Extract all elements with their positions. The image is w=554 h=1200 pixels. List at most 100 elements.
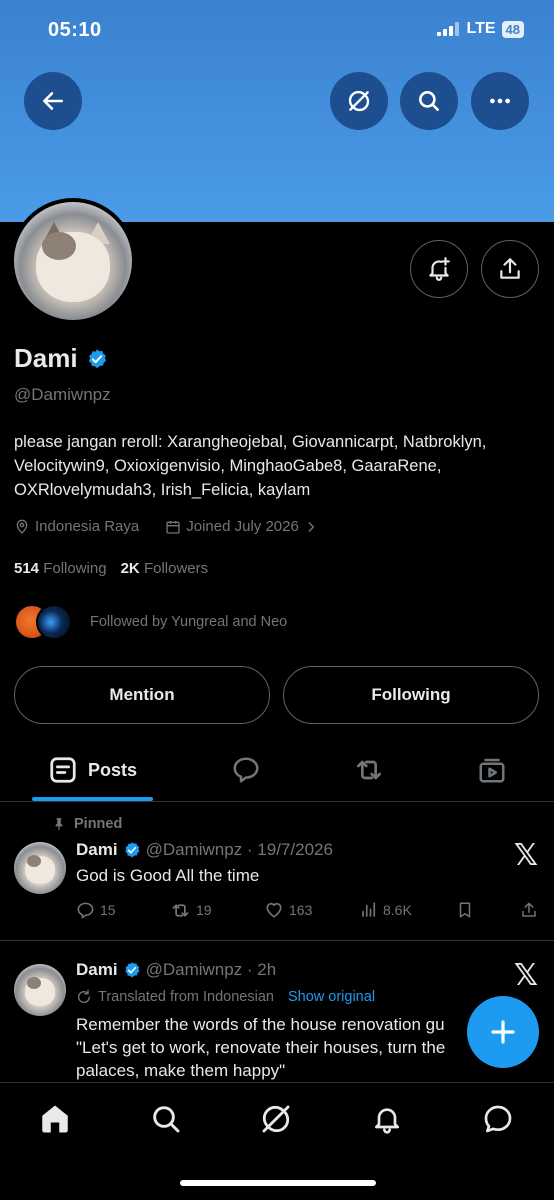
share-icon [522,902,536,917]
translate-icon [78,989,91,1003]
reply-bubble-icon [233,757,259,783]
profile-avatar[interactable] [10,198,136,324]
status-bar: 05:10 LTE 48 [0,18,554,44]
post-header: Dami @Damiwnpz · 19/7/2026 [76,840,333,860]
profile-name: Dami [14,343,108,374]
post-meta: @Damiwnpz · 2h [145,960,277,979]
post-header: Dami @Damiwnpz · 2h [76,960,276,980]
repost-icon [357,760,381,780]
followers-count: 2K [120,560,140,577]
post-author[interactable]: Dami [76,840,118,860]
pinned-label: Pinned [52,816,122,832]
nav-home[interactable] [35,1099,75,1139]
translated-text: Translated from Indonesian [98,989,274,1005]
tab-reposts[interactable] [349,740,389,800]
location-text: Indonesia Raya [35,518,140,535]
post-avatar[interactable] [14,964,66,1016]
media-icon [479,758,505,783]
tab-media[interactable] [472,740,512,800]
like-count: 163 [289,902,313,918]
nav-grok[interactable] [256,1099,296,1139]
share-icon [500,258,520,279]
follow-stats: 514 Following 2K Followers [14,560,208,577]
home-icon [42,1105,68,1133]
grok-button[interactable] [330,72,388,130]
views-icon [362,902,376,917]
back-button[interactable] [24,72,82,130]
posts-icon [50,757,76,783]
active-tab-indicator [32,797,153,801]
home-indicator [180,1180,376,1186]
post-text: God is Good All the time [76,866,260,885]
nav-search[interactable] [146,1099,186,1139]
joined-date[interactable]: Joined July 2026 [165,518,318,535]
translation-note: Translated from Indonesian Show original [76,989,375,1005]
following-button[interactable]: Following [283,666,539,724]
following-count: 514 [14,560,40,577]
message-bubble-icon [484,1105,512,1133]
verified-badge-icon[interactable] [86,348,108,370]
nav-messages[interactable] [478,1099,518,1139]
reply-icon [77,902,94,918]
grok-icon [262,1105,290,1133]
profile-handle: @Damiwnpz [14,385,111,404]
search-icon [153,1106,180,1133]
reply-button[interactable]: 15 [76,901,116,920]
nav-notifications[interactable] [367,1099,407,1139]
tab-replies[interactable] [226,740,266,800]
tab-posts-label: Posts [87,759,138,780]
location-icon [16,519,28,534]
network-type: LTE [466,20,496,37]
signal-icon [436,22,459,36]
status-time: 05:10 [48,19,102,41]
show-original-link[interactable]: Show original [288,989,375,1005]
bell-plus-icon [429,257,450,281]
views-button[interactable]: 8.6K [360,901,412,919]
compose-button[interactable] [467,996,539,1068]
notify-button[interactable] [410,240,468,298]
profile-meta: Indonesia Raya Joined July 2026 [14,518,318,535]
following-label: Following [43,560,107,577]
plus-icon [491,1020,515,1044]
post-divider [0,940,554,941]
tab-posts[interactable]: Posts [32,740,153,800]
followed-by-text: Followed by Yungreal and Neo [90,614,288,630]
reply-count: 15 [100,902,116,918]
share-button[interactable] [481,240,539,298]
post-author[interactable]: Dami [76,960,118,980]
follower-avatar [36,604,72,640]
followers-link[interactable]: 2K Followers [121,560,209,577]
views-count: 8.6K [383,902,412,918]
like-button[interactable]: 163 [264,900,312,920]
post-meta: @Damiwnpz · 19/7/2026 [145,840,333,859]
location: Indonesia Raya [14,518,139,535]
repost-icon [172,903,189,917]
bell-icon [375,1108,399,1134]
post-avatar[interactable] [14,842,66,894]
profile-name-text: Dami [14,343,78,373]
grok-icon [348,90,370,112]
followed-by[interactable]: Followed by Yungreal and Neo [14,604,287,640]
heart-icon [266,902,282,918]
verified-badge-icon [124,842,140,858]
search-button[interactable] [400,72,458,130]
repost-button[interactable]: 19 [170,900,212,921]
more-icon [490,98,510,104]
joined-text: Joined July 2026 [186,518,299,535]
repost-count: 19 [196,902,212,918]
pin-icon [55,818,63,831]
pinned-text: Pinned [74,816,123,832]
share-post-button[interactable] [520,901,538,919]
mention-button[interactable]: Mention [14,666,270,724]
post-text-line: palaces, make them happy" [76,1061,286,1080]
followers-label: Followers [143,560,209,577]
back-arrow-icon [43,92,63,110]
bookmark-button[interactable] [456,901,474,919]
profile-tabs: Posts [0,740,554,802]
x-logo-icon[interactable]: 𝕏 [514,958,538,993]
bookmark-icon [459,902,471,918]
following-link[interactable]: 514 Following [14,560,107,577]
chevron-right-icon [308,521,315,532]
more-button[interactable] [471,72,529,130]
profile-bio: please jangan reroll: Xarangheojebal, Gi… [14,433,487,499]
